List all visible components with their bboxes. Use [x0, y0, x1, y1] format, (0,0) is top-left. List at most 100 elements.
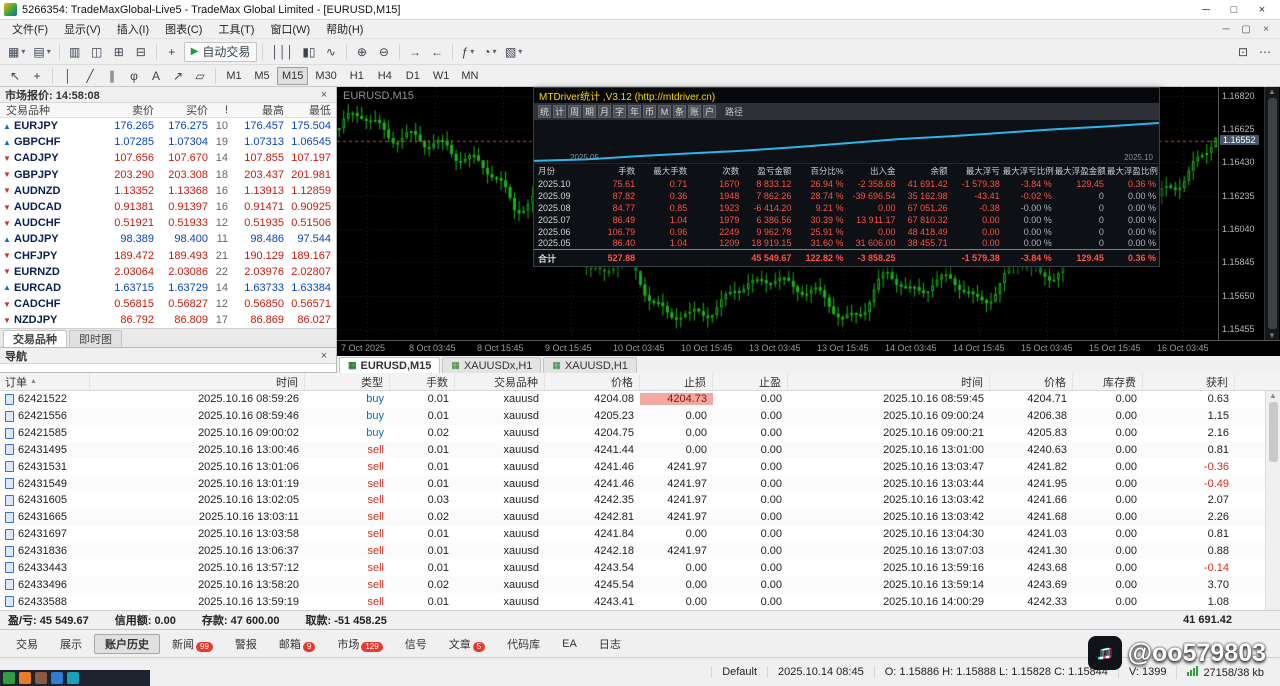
toolbox-toggle-button[interactable]: ⊟ — [131, 42, 151, 62]
market-watch-col-3[interactable]: ! — [212, 104, 232, 116]
market-watch-col-4[interactable]: 最高 — [232, 102, 288, 118]
tab-日志[interactable]: 日志 — [589, 634, 631, 654]
order-row-62431605[interactable]: 624316052025.10.16 13:02:05sell0.03xauus… — [0, 492, 1280, 509]
order-row-62431531[interactable]: 624315312025.10.16 13:01:06sell0.01xauus… — [0, 458, 1280, 475]
market-watch-col-0[interactable]: 交易品种 — [0, 102, 92, 118]
menu-item-插入(I)[interactable]: 插入(I) — [109, 20, 157, 38]
market-watch-row-AUDCHF[interactable]: ▼AUDCHF0.519210.51933120.519350.51506 — [0, 215, 336, 231]
order-row-62431495[interactable]: 624314952025.10.16 13:00:46sell0.01xauus… — [0, 442, 1280, 459]
bar-chart-button[interactable]: │││ — [268, 42, 297, 62]
channel-button[interactable]: ∥ — [102, 66, 122, 86]
history-col-9[interactable]: 价格 — [990, 374, 1073, 390]
market-watch-row-CHFJPY[interactable]: ▼CHFJPY189.472189.49321190.129189.167 — [0, 248, 336, 264]
order-row-62421556[interactable]: 624215562025.10.16 08:59:46buy0.01xauusd… — [0, 408, 1280, 425]
market-watch-row-CADCHF[interactable]: ▼CADCHF0.568150.56827120.568500.56571 — [0, 296, 336, 312]
mtdriver-menu-户[interactable]: 户 — [703, 105, 716, 118]
mtdriver-menu-年[interactable]: 年 — [628, 105, 641, 118]
trendline-button[interactable]: ╱ — [80, 66, 100, 86]
cursor-button[interactable]: ↖ — [5, 66, 25, 86]
taskbar-icon-2[interactable] — [35, 672, 47, 684]
child-restore-button[interactable]: ▢ — [1236, 24, 1256, 35]
timeframe-MN[interactable]: MN — [456, 67, 483, 85]
close-button[interactable]: × — [1248, 1, 1276, 19]
tab-新闻[interactable]: 新闻99 — [162, 634, 223, 654]
toolbar-more-button[interactable]: ⋯ — [1255, 42, 1275, 62]
new-order-button[interactable]: + — [162, 42, 182, 62]
new-chart-button[interactable]: ▦▾ — [5, 42, 28, 62]
market-watch-close-icon[interactable]: × — [317, 89, 331, 101]
timeframe-D1[interactable]: D1 — [400, 67, 426, 85]
auto-scroll-button[interactable]: → — [405, 42, 425, 62]
market-watch-row-EURCAD[interactable]: ▲EURCAD1.637151.63729141.637331.63384 — [0, 280, 336, 296]
history-col-1[interactable]: 时间 — [90, 374, 305, 390]
timeframe-M30[interactable]: M30 — [310, 67, 341, 85]
child-close-button[interactable]: × — [1256, 24, 1276, 35]
market-watch-row-NZDJPY[interactable]: ▼NZDJPY86.79286.8091786.86986.027 — [0, 312, 336, 328]
history-col-7[interactable]: 止盈 — [713, 374, 788, 390]
market-watch-row-AUDJPY[interactable]: ▲AUDJPY98.38998.4001198.48697.544 — [0, 231, 336, 247]
market-watch-tab-交易品种[interactable]: 交易品种 — [3, 330, 67, 347]
history-col-5[interactable]: 价格 — [545, 374, 640, 390]
maximize-button[interactable]: □ — [1220, 1, 1248, 19]
order-row-62433496[interactable]: 624334962025.10.16 13:58:20sell0.02xauus… — [0, 576, 1280, 593]
market-watch-row-GBPCHF[interactable]: ▲GBPCHF1.072851.07304191.073131.06545 — [0, 134, 336, 150]
mtdriver-menu-账[interactable]: 账 — [688, 105, 701, 118]
menu-item-图表(C)[interactable]: 图表(C) — [157, 20, 210, 38]
periods-button[interactable]: ◔▾ — [480, 42, 500, 62]
taskbar-icon-0[interactable] — [3, 672, 15, 684]
tab-EA[interactable]: EA — [552, 634, 587, 654]
timeframe-M1[interactable]: M1 — [221, 67, 247, 85]
history-col-0[interactable]: 订单▲ — [0, 374, 90, 390]
zoom-out-button[interactable]: ⊖ — [374, 42, 394, 62]
zoom-in-button[interactable]: ⊕ — [352, 42, 372, 62]
chart-tab-XAUUSDx,H1[interactable]: ▦XAUUSDx,H1 — [442, 357, 541, 373]
history-col-4[interactable]: 交易品种 — [455, 374, 545, 390]
timeframe-M15[interactable]: M15 — [277, 67, 308, 85]
tab-展示[interactable]: 展示 — [50, 634, 92, 654]
templates-button[interactable]: ▧▾ — [502, 42, 525, 62]
menu-item-帮助(H)[interactable]: 帮助(H) — [318, 20, 371, 38]
order-row-62431549[interactable]: 624315492025.10.16 13:01:19sell0.01xauus… — [0, 475, 1280, 492]
menu-item-显示(V)[interactable]: 显示(V) — [56, 20, 109, 38]
market-watch-tab-即时图[interactable]: 即时图 — [69, 330, 122, 347]
navigator-close-icon[interactable]: × — [317, 350, 331, 362]
crosshair-button[interactable]: + — [27, 66, 47, 86]
market-watch-row-AUDCAD[interactable]: ▼AUDCAD0.913810.91397160.914710.90925 — [0, 199, 336, 215]
mtdriver-menu-统[interactable]: 统 — [538, 105, 551, 118]
mtdriver-path-label[interactable]: 路径 — [725, 105, 743, 118]
child-minimize-button[interactable]: ─ — [1216, 24, 1236, 35]
tab-交易[interactable]: 交易 — [6, 634, 48, 654]
arrow-tool-button[interactable]: ↗ — [168, 66, 188, 86]
market-watch-row-GBPJPY[interactable]: ▼GBPJPY203.290203.30818203.437201.981 — [0, 167, 336, 183]
order-row-62421585[interactable]: 624215852025.10.16 09:00:02buy0.02xauusd… — [0, 425, 1280, 442]
history-col-10[interactable]: 库存费 — [1073, 374, 1143, 390]
taskbar-icon-3[interactable] — [51, 672, 63, 684]
scrollbar-thumb[interactable] — [1268, 98, 1277, 329]
fibonacci-button[interactable]: φ — [124, 66, 144, 86]
mtdriver-menu-字[interactable]: 字 — [613, 105, 626, 118]
toolbox-vertical-scrollbar[interactable]: ▲ — [1265, 391, 1280, 610]
tab-邮箱[interactable]: 邮箱9 — [269, 634, 325, 654]
history-col-6[interactable]: 止损 — [640, 374, 713, 390]
market-watch-col-1[interactable]: 卖价 — [92, 102, 158, 118]
market-watch-row-EURNZD[interactable]: ▼EURNZD2.030642.03086222.039762.02807 — [0, 264, 336, 280]
chart-tab-EURUSD,M15[interactable]: ▦EURUSD,M15 — [339, 357, 440, 373]
tab-市场[interactable]: 市场129 — [327, 634, 392, 654]
chart-tab-XAUUSD,H1[interactable]: ▦XAUUSD,H1 — [543, 357, 636, 373]
order-row-62431836[interactable]: 624318362025.10.16 13:06:37sell0.01xauus… — [0, 543, 1280, 560]
status-profile[interactable]: Default — [711, 666, 767, 678]
indicators-button[interactable]: ƒ▾ — [458, 42, 478, 62]
timeframe-M5[interactable]: M5 — [249, 67, 275, 85]
tab-账户历史[interactable]: 账户历史 — [94, 634, 160, 654]
timeframe-H1[interactable]: H1 — [344, 67, 370, 85]
chart-shift-button[interactable]: ← — [427, 42, 447, 62]
timeframe-W1[interactable]: W1 — [428, 67, 455, 85]
market-watch-row-CADJPY[interactable]: ▼CADJPY107.656107.67014107.855107.197 — [0, 150, 336, 166]
candlestick-chart-button[interactable]: ▮▯ — [299, 42, 319, 62]
mtdriver-menu-M[interactable]: M — [658, 105, 671, 118]
mtdriver-menu-期[interactable]: 期 — [583, 105, 596, 118]
fullscreen-button[interactable]: ⊡ — [1233, 42, 1253, 62]
shapes-button[interactable]: ▱ — [190, 66, 210, 86]
order-row-62431665[interactable]: 624316652025.10.16 13:03:11sell0.02xauus… — [0, 509, 1280, 526]
history-col-8[interactable]: 时间 — [788, 374, 990, 390]
